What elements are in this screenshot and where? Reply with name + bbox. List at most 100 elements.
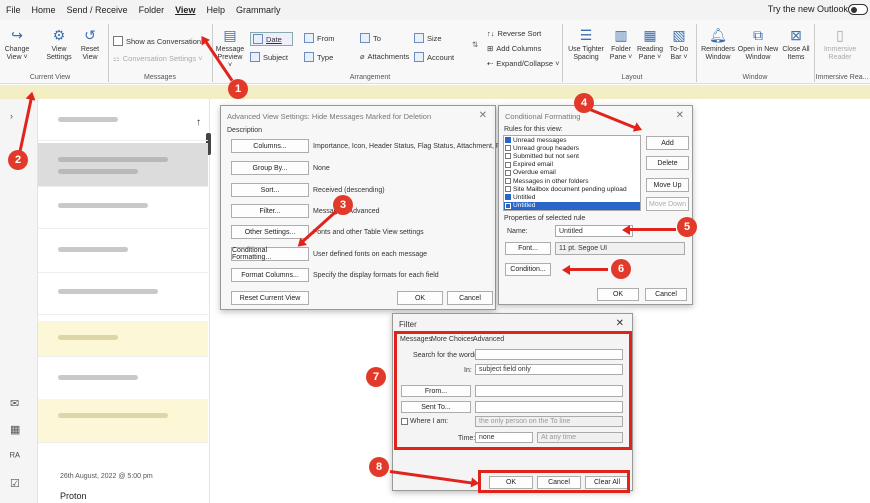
condition-button[interactable]: Condition... <box>505 263 551 276</box>
close-icon[interactable]: ✕ <box>479 110 487 121</box>
arrange-size[interactable]: Size <box>414 33 442 43</box>
rule-item[interactable]: Site Mailbox document pending upload <box>504 185 640 193</box>
checkbox-icon[interactable] <box>505 145 511 152</box>
conditional-formatting-button[interactable]: Conditional Formatting... <box>231 247 309 261</box>
close-icon[interactable]: ✕ <box>616 318 624 329</box>
immersive-reader-label: Immersive Reader <box>823 46 857 61</box>
conversation-settings-icon: ⚏ <box>113 54 120 63</box>
show-as-conversations-checkbox[interactable]: Show as Conversations <box>113 36 205 46</box>
arrangement-scroll-icon[interactable]: ⇅ <box>472 40 478 49</box>
checkbox-icon[interactable] <box>505 169 511 176</box>
close-all-items-button[interactable]: ⊠ Close All Items <box>780 26 812 62</box>
mail-icon[interactable]: ✉ <box>10 397 19 410</box>
ok-button[interactable]: OK <box>397 291 443 305</box>
list-item[interactable] <box>38 321 208 357</box>
rule-item[interactable]: Untitled <box>504 193 640 201</box>
checkbox-icon[interactable] <box>505 186 511 193</box>
arrange-attachments[interactable]: ⌀ Attachments <box>360 52 409 61</box>
delete-button[interactable]: Delete <box>646 156 689 170</box>
reset-current-view-button[interactable]: Reset Current View <box>231 291 309 305</box>
ok-button[interactable]: OK <box>597 288 639 301</box>
list-item[interactable] <box>38 361 208 401</box>
expand-collapse-button[interactable]: ⇠ Expand/Collapse ˅ <box>487 59 559 68</box>
arrange-type[interactable]: Type <box>304 52 333 62</box>
view-settings-button[interactable]: ⚙ View Settings <box>44 26 74 62</box>
menu-send-receive[interactable]: Send / Receive <box>67 5 128 15</box>
rules-list[interactable]: Unread messages Unread group headers Sub… <box>503 135 641 211</box>
folder-pane-label: Folder Pane ˅ <box>609 46 633 61</box>
checkbox-icon[interactable] <box>505 194 511 201</box>
rule-item[interactable]: Unread group headers <box>504 144 640 152</box>
list-item[interactable] <box>38 143 208 187</box>
rule-label: Submitted but not sent <box>513 152 579 160</box>
arrange-from[interactable]: From <box>304 33 335 43</box>
close-icon[interactable]: ✕ <box>676 110 684 121</box>
arrange-date[interactable]: Date <box>250 32 293 46</box>
checkbox-icon[interactable] <box>505 137 511 144</box>
people-icon[interactable]: ᴿᴬ <box>10 451 20 463</box>
rule-item-selected[interactable]: Untitled <box>504 201 640 210</box>
new-window-icon: ⧉ <box>753 27 763 43</box>
calendar-icon[interactable]: ▦ <box>10 423 20 436</box>
tasks-icon[interactable]: ☑ <box>10 477 20 490</box>
list-item[interactable] <box>38 189 208 229</box>
todo-bar-button[interactable]: ▧ To-Do Bar ˅ <box>666 26 692 62</box>
reading-pane-button[interactable]: ▦ Reading Pane ˅ <box>636 26 664 62</box>
font-button[interactable]: Font... <box>505 242 551 255</box>
show-as-conversations-label: Show as Conversations <box>126 36 205 46</box>
menu-grammarly[interactable]: Grammarly <box>236 5 281 15</box>
arrange-account[interactable]: Account <box>414 52 454 62</box>
reverse-sort-button[interactable]: ↑↓ Reverse Sort <box>487 29 541 38</box>
close-all-icon: ⊠ <box>790 27 802 43</box>
checkbox-icon[interactable] <box>505 202 511 209</box>
menu-view[interactable]: View <box>175 5 195 15</box>
arrange-to[interactable]: To <box>360 33 381 43</box>
menu-home[interactable]: Home <box>32 5 56 15</box>
expand-folder-pane-icon[interactable]: › <box>10 111 13 121</box>
ribbon: ↪ Change View ˅ ⚙ View Settings ↺ Reset … <box>0 20 870 84</box>
list-item[interactable] <box>38 233 208 273</box>
filter-button[interactable]: Filter... <box>231 204 309 218</box>
sort-value: Received (descending) <box>313 187 385 194</box>
rule-item[interactable]: Messages in other folders <box>504 177 640 185</box>
list-item[interactable] <box>38 103 208 141</box>
checkbox-icon[interactable] <box>505 161 511 168</box>
sort-button[interactable]: Sort... <box>231 183 309 197</box>
other-settings-button[interactable]: Other Settings... <box>231 225 309 239</box>
cancel-button[interactable]: Cancel <box>447 291 493 305</box>
columns-button[interactable]: Columns... <box>231 139 309 153</box>
message-sender[interactable]: Proton <box>60 491 87 501</box>
try-new-outlook-toggle[interactable] <box>848 4 868 15</box>
use-tighter-spacing-button[interactable]: ☰ Use Tighter Spacing <box>566 26 606 62</box>
group-by-button[interactable]: Group By... <box>231 161 309 175</box>
checkbox-icon[interactable] <box>505 153 511 160</box>
arrange-type-label: Type <box>317 52 334 62</box>
group-arrangement: Arrangement <box>349 74 391 81</box>
open-new-window-button[interactable]: ⧉ Open in New Window <box>737 26 779 62</box>
properties-heading: Properties of selected rule <box>504 215 586 222</box>
arrange-account-label: Account <box>427 52 455 62</box>
message-list: ↑ 26th August, 2022 @ 5:00 pm Proton <box>38 99 211 503</box>
add-columns-button[interactable]: ⊞ Add Columns <box>487 44 541 53</box>
rule-item[interactable]: Expired email <box>504 161 640 169</box>
rule-item[interactable]: Submitted but not sent <box>504 152 640 160</box>
add-button[interactable]: Add <box>646 136 689 150</box>
folder-pane-button[interactable]: ▥ Folder Pane ˅ <box>608 26 634 62</box>
arrange-subject[interactable]: Subject <box>250 52 288 62</box>
checkbox-icon[interactable] <box>505 178 511 185</box>
reset-view-button[interactable]: ↺ Reset View <box>78 26 102 62</box>
reminders-window-button[interactable]: 🔔︎ Reminders Window <box>699 26 737 62</box>
rule-label: Unread messages <box>513 136 567 144</box>
cancel-button[interactable]: Cancel <box>645 288 687 301</box>
list-item-blur <box>58 335 118 340</box>
rule-item[interactable]: Unread messages <box>504 136 640 144</box>
list-item[interactable] <box>38 399 208 443</box>
format-columns-button[interactable]: Format Columns... <box>231 268 309 282</box>
move-up-button[interactable]: Move Up <box>646 178 689 192</box>
list-item[interactable] <box>38 275 208 315</box>
change-view-button[interactable]: ↪ Change View ˅ <box>2 26 32 62</box>
rule-item[interactable]: Overdue email <box>504 169 640 177</box>
menu-help[interactable]: Help <box>206 5 225 15</box>
menu-file[interactable]: File <box>6 5 21 15</box>
menu-folder[interactable]: Folder <box>139 5 165 15</box>
